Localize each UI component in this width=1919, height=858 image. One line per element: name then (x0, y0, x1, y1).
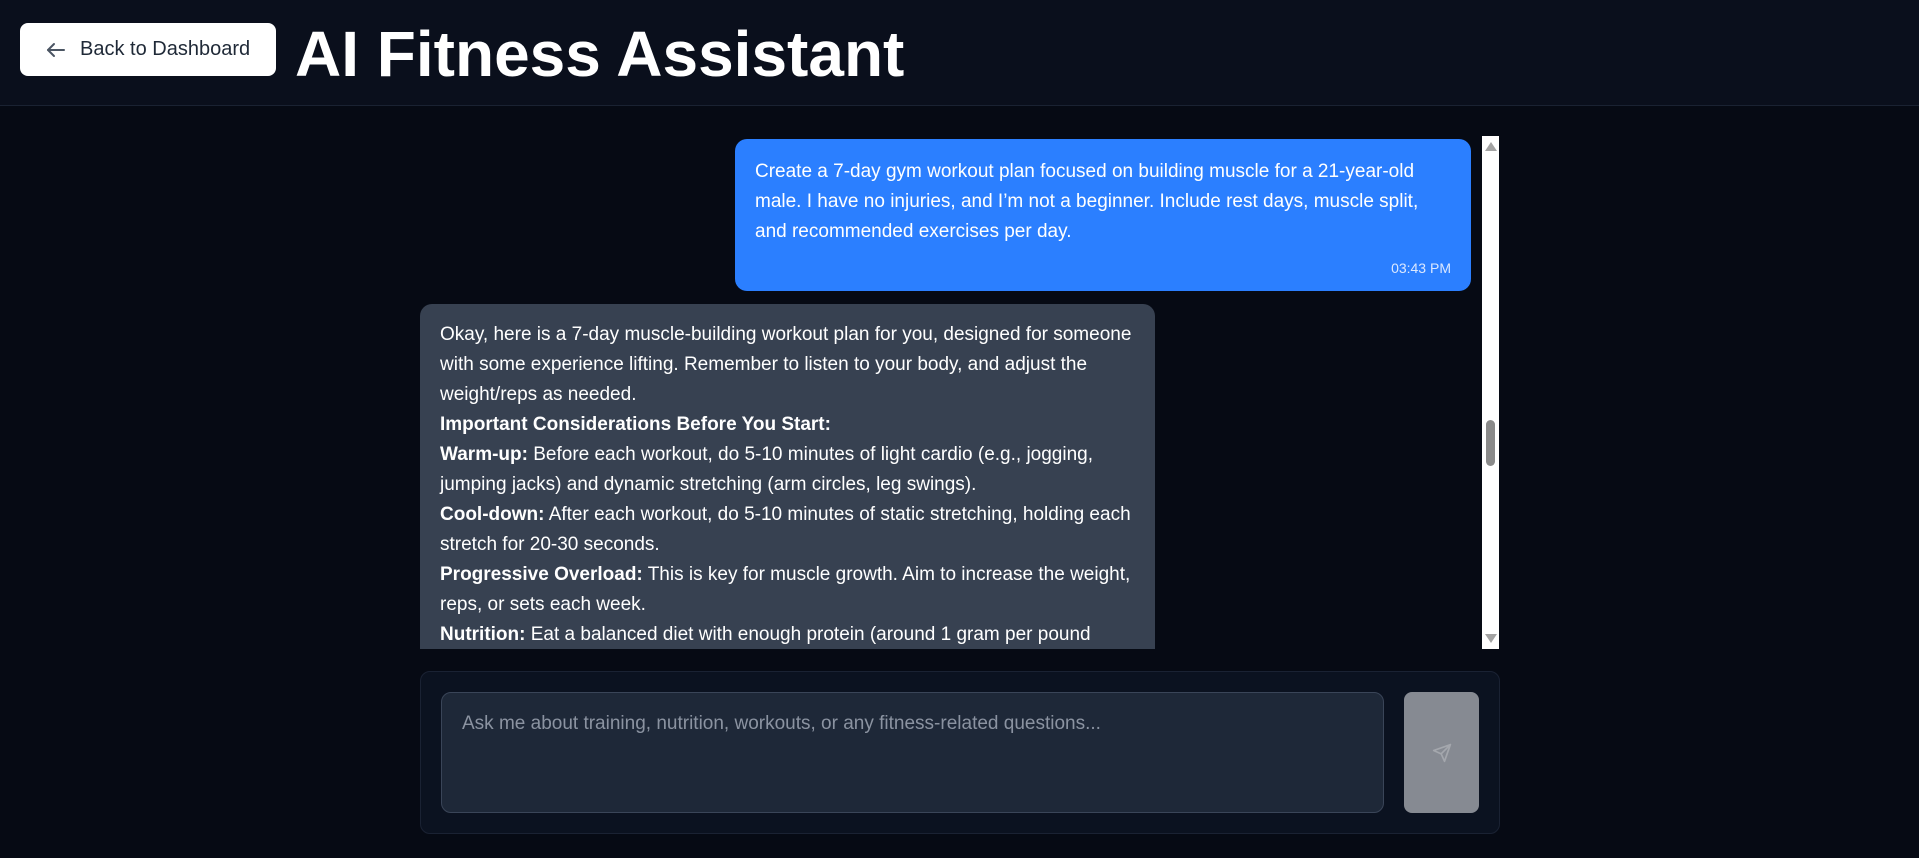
user-message-text: Create a 7-day gym workout plan focused … (755, 161, 1419, 242)
assistant-intro: Okay, here is a 7-day muscle-building wo… (440, 324, 1132, 405)
scrollbar-thumb[interactable] (1486, 420, 1495, 466)
message-composer (420, 671, 1500, 834)
scroll-down-arrow-icon[interactable] (1485, 634, 1497, 643)
list-item: Cool-down: After each workout, do 5-10 m… (440, 504, 1131, 555)
scroll-up-arrow-icon[interactable] (1485, 142, 1497, 151)
chat-input[interactable] (441, 692, 1384, 813)
list-item: Progressive Overload: This is key for mu… (440, 564, 1131, 615)
page-title: AI Fitness Assistant (295, 18, 905, 90)
list-item: Nutrition: Eat a balanced diet with enou… (440, 624, 1091, 645)
chat-messages[interactable]: Create a 7-day gym workout plan focused … (420, 136, 1483, 649)
send-icon (1432, 743, 1451, 762)
send-button[interactable] (1404, 692, 1479, 813)
assistant-message: Okay, here is a 7-day muscle-building wo… (420, 304, 1155, 649)
assistant-section-heading: Important Considerations Before You Star… (440, 414, 831, 435)
top-header: Back to Dashboard AI Fitness Assistant (0, 0, 1919, 106)
user-message: Create a 7-day gym workout plan focused … (735, 139, 1471, 291)
message-timestamp: 03:43 PM (1391, 260, 1451, 276)
chat-scrollbar[interactable] (1482, 136, 1499, 649)
list-item: Warm-up: Before each workout, do 5-10 mi… (440, 444, 1093, 495)
back-button-label: Back to Dashboard (80, 38, 251, 60)
back-to-dashboard-button[interactable]: Back to Dashboard (20, 23, 276, 76)
arrow-left-icon (47, 42, 65, 57)
